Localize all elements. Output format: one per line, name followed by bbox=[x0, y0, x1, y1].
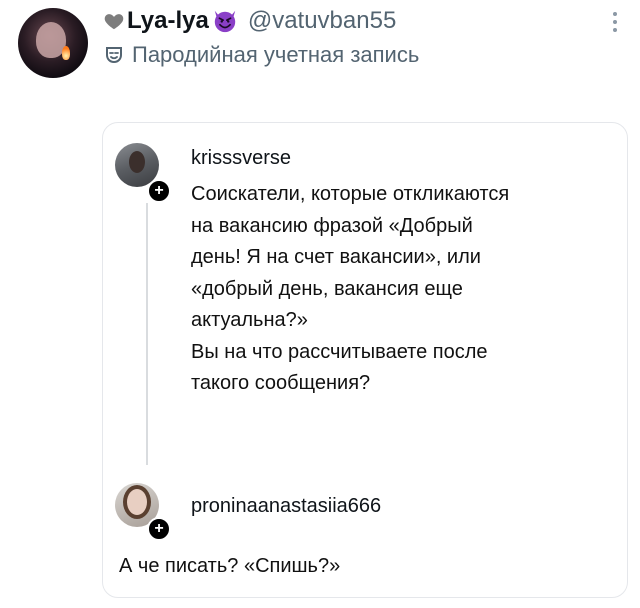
follow-plus-icon[interactable]: + bbox=[147, 517, 171, 541]
thread-connector-line bbox=[146, 203, 148, 465]
post-line: на вакансию фразой «Добрый bbox=[191, 214, 473, 237]
author-avatar[interactable] bbox=[18, 8, 88, 78]
more-options-icon[interactable] bbox=[612, 10, 618, 34]
avatar-head bbox=[127, 489, 147, 515]
reply-post-text: А че писать? «Спишь?» bbox=[119, 555, 341, 577]
author-display-name[interactable]: Lya-lya bbox=[127, 7, 209, 35]
smiling-devil-icon bbox=[214, 10, 236, 33]
post-line: «добрый день, вакансия еще bbox=[191, 277, 463, 300]
author-handle[interactable]: @vatuvban55 bbox=[248, 7, 396, 35]
post-line: Вы на что рассчитываете после bbox=[191, 340, 488, 363]
post-line: день! Я на счет вакансии», или bbox=[191, 246, 481, 268]
quoted-post-text: Соискатели, которые откликаются на вакан… bbox=[191, 179, 611, 400]
parody-label-text: Пародийная учетная запись bbox=[132, 42, 420, 67]
post-line: актуальна?» bbox=[191, 309, 308, 331]
avatar-head bbox=[129, 151, 145, 173]
post-line: Соискатели, которые откликаются bbox=[191, 183, 510, 205]
grey-heart-icon bbox=[104, 14, 124, 30]
quoted-username[interactable]: krisssverse bbox=[191, 147, 291, 170]
reply-username[interactable]: proninaanastasiia666 bbox=[191, 495, 381, 518]
parody-account-label: Пародийная учетная запись bbox=[104, 42, 419, 68]
tweet-header: Lya-lya @vatuvban55 Пародийная учетная з… bbox=[0, 0, 640, 90]
embedded-thread-card[interactable]: + krisssverse Соискатели, которые отклик… bbox=[102, 122, 628, 598]
parody-mask-icon bbox=[106, 47, 122, 64]
follow-plus-icon[interactable]: + bbox=[147, 179, 171, 203]
author-name-row: Lya-lya @vatuvban55 bbox=[103, 6, 396, 36]
post-line: такого сообщения? bbox=[191, 372, 371, 394]
lighter-flame bbox=[62, 46, 70, 60]
